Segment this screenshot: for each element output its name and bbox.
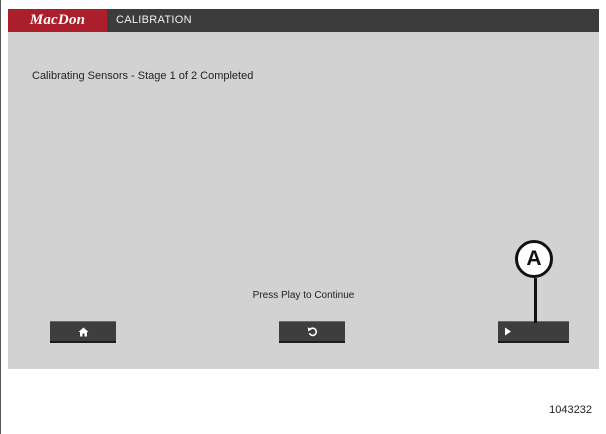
display-screen: MacDon CALIBRATION Calibrating Sensors -… bbox=[8, 9, 599, 369]
screen-title: CALIBRATION bbox=[116, 14, 192, 26]
title-bar: MacDon CALIBRATION bbox=[8, 9, 599, 32]
play-icon bbox=[504, 327, 512, 336]
home-icon bbox=[78, 327, 89, 337]
brand-logo: MacDon bbox=[8, 9, 107, 32]
back-arrow-icon bbox=[307, 326, 318, 337]
figure-number: 1043232 bbox=[549, 404, 592, 416]
home-button[interactable] bbox=[50, 321, 116, 343]
frame-border bbox=[0, 0, 1, 434]
calibration-status-message: Calibrating Sensors - Stage 1 of 2 Compl… bbox=[32, 70, 254, 82]
play-button[interactable] bbox=[498, 321, 569, 343]
back-button[interactable] bbox=[279, 321, 345, 343]
callout-a-marker: A bbox=[515, 240, 553, 278]
callout-leader-line bbox=[534, 278, 537, 323]
continue-prompt: Press Play to Continue bbox=[252, 290, 355, 301]
